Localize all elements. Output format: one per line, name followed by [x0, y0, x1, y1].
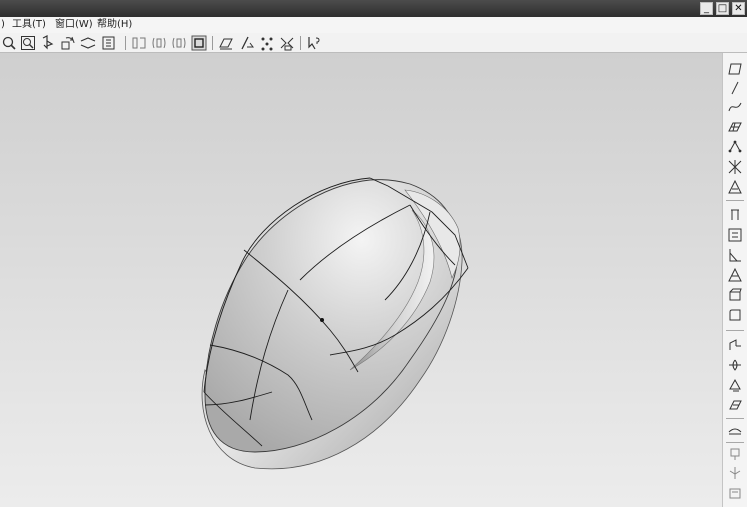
modeling-toolbar: [722, 53, 747, 507]
rotate-copy-icon[interactable]: [727, 397, 743, 413]
draft-icon[interactable]: [727, 357, 743, 373]
zoom-window-icon[interactable]: [20, 35, 36, 51]
wireframe-icon[interactable]: [218, 35, 234, 51]
measure-icon[interactable]: [727, 485, 743, 501]
plane-icon[interactable]: [727, 61, 743, 77]
fit-view-icon[interactable]: [80, 35, 96, 51]
mirror-icon[interactable]: [727, 377, 743, 393]
toolbar-separator: [300, 36, 301, 50]
offset-icon[interactable]: [727, 465, 743, 481]
pivot-point: [320, 318, 324, 322]
loft-icon[interactable]: [727, 267, 743, 283]
shaded-icon[interactable]: [239, 35, 255, 51]
menu-item-partial[interactable]: ): [1, 19, 5, 31]
blend-icon[interactable]: [727, 307, 743, 323]
box-icon[interactable]: [727, 227, 743, 243]
menu-bar: ) 工具(T) 窗口(W) 帮助(H): [0, 17, 747, 33]
hidden-line-icon[interactable]: [259, 35, 275, 51]
iso-view-icon[interactable]: [191, 35, 207, 51]
whats-this-icon[interactable]: [306, 35, 322, 51]
revolve-icon[interactable]: [727, 287, 743, 303]
toolbar-separator: [125, 36, 126, 50]
pattern-icon[interactable]: [727, 423, 743, 439]
view-toolbar: [0, 33, 747, 53]
render-icon[interactable]: [279, 35, 295, 51]
rotate-icon[interactable]: [60, 35, 76, 51]
trim-icon[interactable]: [727, 446, 743, 462]
surface-icon[interactable]: [727, 119, 743, 135]
toolbar-separator: [726, 418, 744, 419]
pan-icon[interactable]: [39, 35, 55, 51]
intersection-icon[interactable]: [727, 159, 743, 175]
model-viewport[interactable]: [0, 53, 722, 507]
toolbar-separator: [212, 36, 213, 50]
side-view-icon[interactable]: [151, 35, 167, 51]
minimize-button[interactable]: _: [700, 2, 713, 15]
menu-item-help[interactable]: 帮助(H): [97, 19, 132, 31]
shell-icon[interactable]: [727, 337, 743, 353]
toolbar-separator: [726, 330, 744, 331]
maximize-button[interactable]: □: [716, 2, 729, 15]
close-button[interactable]: ✕: [732, 2, 745, 15]
top-view-icon[interactable]: [171, 35, 187, 51]
model-canvas[interactable]: [0, 53, 722, 507]
title-bar: _ □ ✕: [0, 0, 747, 17]
view-cube-icon[interactable]: [101, 35, 117, 51]
menu-item-tools[interactable]: 工具(T): [12, 19, 46, 31]
curve-icon[interactable]: [727, 99, 743, 115]
sweep-icon[interactable]: [727, 247, 743, 263]
point-icon[interactable]: [727, 139, 743, 155]
extrude-icon[interactable]: [727, 207, 743, 223]
menu-item-window[interactable]: 窗口(W): [55, 19, 93, 31]
line-icon[interactable]: [727, 80, 743, 96]
toolbar-separator: [726, 442, 744, 443]
cone-icon[interactable]: [727, 179, 743, 195]
toolbar-separator: [726, 200, 744, 201]
front-view-icon[interactable]: [131, 35, 147, 51]
zoom-icon[interactable]: [1, 35, 17, 51]
